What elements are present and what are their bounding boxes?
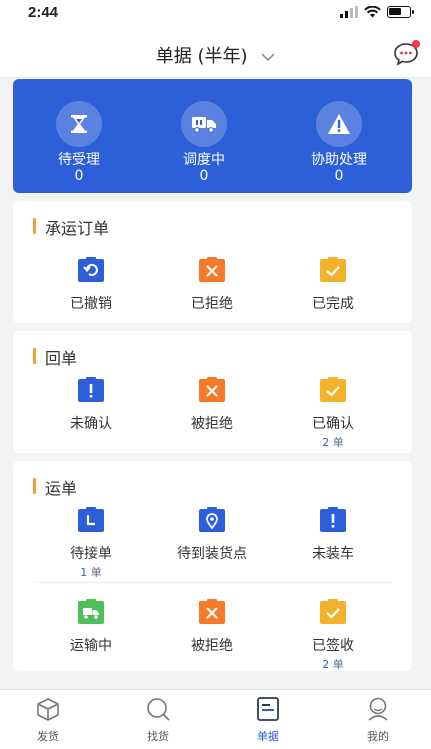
tab-label: 发货 <box>37 730 59 743</box>
header: 单据 (半年) <box>0 30 431 78</box>
message-button[interactable] <box>393 40 420 66</box>
reject-icon <box>199 257 225 282</box>
item-label: 待接单 <box>70 546 112 562</box>
reject-icon <box>199 599 225 624</box>
summary-card: 待受理 0 调度中 0 协助处理 0 <box>13 79 412 193</box>
item-count-unit: 单 <box>332 436 344 449</box>
check-icon <box>320 599 346 624</box>
receipt-rejected[interactable]: 被拒绝 <box>152 377 272 433</box>
item-label: 被拒绝 <box>191 638 233 654</box>
item-count-number: 2 <box>322 658 330 671</box>
waybill-awaiting-accept[interactable]: 待接单 1 单 <box>31 507 151 580</box>
waybill-in-transit[interactable]: 运输中 <box>31 599 151 655</box>
item-label: 被拒绝 <box>191 416 233 432</box>
truck-icon <box>181 101 227 147</box>
box-icon <box>37 698 59 721</box>
tab-find-cargo[interactable]: 找货 <box>118 696 198 744</box>
tab-label: 我的 <box>367 730 389 743</box>
item-count-number: 2 <box>322 436 330 449</box>
check-icon <box>320 257 346 282</box>
item-count: 1 单 <box>31 564 151 580</box>
receipt-unconfirmed[interactable]: 未确认 <box>31 377 151 433</box>
item-label: 已确认 <box>312 416 354 432</box>
waybill-not-loaded[interactable]: 未装车 <box>273 507 393 563</box>
item-label: 已拒绝 <box>191 296 233 312</box>
tab-label: 单据 <box>257 730 279 743</box>
section-title: 运单 <box>33 475 77 499</box>
waybill-rejected[interactable]: 被拒绝 <box>152 599 272 655</box>
user-icon <box>368 697 388 721</box>
summary-pending-count: 0 <box>74 168 84 184</box>
item-label: 未确认 <box>70 416 112 432</box>
section-title: 承运订单 <box>33 215 109 239</box>
item-label: 未装车 <box>312 546 354 562</box>
item-count-unit: 单 <box>332 658 344 671</box>
tab-ship[interactable]: 发货 <box>8 696 88 744</box>
tab-label: 找货 <box>147 730 169 743</box>
truck-icon <box>78 599 104 624</box>
summary-assist-count: 0 <box>334 168 344 184</box>
receipt-confirmed[interactable]: 已确认 2 单 <box>273 377 393 450</box>
hourglass-icon <box>56 101 102 147</box>
item-label: 已签收 <box>312 638 354 654</box>
section-title: 回单 <box>33 345 77 369</box>
item-count-number: 1 <box>80 566 88 579</box>
item-label: 运输中 <box>70 638 112 654</box>
exclamation-icon <box>320 507 346 532</box>
search-icon <box>147 698 170 721</box>
carrier-cancelled[interactable]: 已撤销 <box>31 257 151 313</box>
section-waybills: 运单 待接单 1 单 待到装货点 未装车 运输中 被拒绝 已签收 2 单 <box>13 461 412 671</box>
item-label: 已撤销 <box>70 296 112 312</box>
summary-assist-label: 协助处理 <box>311 152 367 168</box>
battery-icon <box>387 6 414 18</box>
summary-dispatching-label: 调度中 <box>183 152 225 168</box>
item-count: 2 单 <box>273 434 393 450</box>
tab-mine[interactable]: 我的 <box>338 696 418 744</box>
summary-dispatching-count: 0 <box>199 168 209 184</box>
section-carrier-orders: 承运订单 已撤销 已拒绝 已完成 <box>13 201 412 323</box>
waybill-to-loading-point[interactable]: 待到装货点 <box>152 507 272 563</box>
reject-icon <box>199 377 225 402</box>
status-icons <box>340 6 414 18</box>
item-count: 2 单 <box>273 656 393 672</box>
carrier-rejected[interactable]: 已拒绝 <box>152 257 272 313</box>
check-icon <box>320 377 346 402</box>
page-title: 单据 (半年) <box>155 46 248 67</box>
signal-icon <box>340 6 358 18</box>
clock-icon <box>78 507 104 532</box>
item-label: 已完成 <box>312 296 354 312</box>
chevron-down-icon <box>261 52 275 61</box>
wifi-icon <box>364 6 381 18</box>
carrier-completed[interactable]: 已完成 <box>273 257 393 313</box>
tab-documents[interactable]: 单据 <box>228 696 308 744</box>
section-receipts: 回单 未确认 被拒绝 已确认 2 单 <box>13 331 412 453</box>
divider <box>33 582 392 583</box>
summary-pending[interactable]: 待受理 0 <box>19 101 139 183</box>
undo-icon <box>78 257 104 282</box>
warning-icon <box>316 101 362 147</box>
item-label: 待到装货点 <box>177 546 247 562</box>
location-icon <box>199 507 225 532</box>
status-time: 2:44 <box>28 4 59 21</box>
bottom-tab-bar: 发货 找货 单据 我的 <box>0 689 431 749</box>
item-count-unit: 单 <box>90 566 102 579</box>
document-icon <box>257 697 279 721</box>
exclamation-icon <box>78 377 104 402</box>
summary-assist[interactable]: 协助处理 0 <box>279 101 399 183</box>
page-title-dropdown[interactable]: 单据 (半年) <box>0 42 431 68</box>
summary-dispatching[interactable]: 调度中 0 <box>144 101 264 183</box>
summary-pending-label: 待受理 <box>58 152 100 168</box>
notification-dot <box>412 40 420 48</box>
status-bar: 2:44 <box>0 0 431 30</box>
waybill-signed[interactable]: 已签收 2 单 <box>273 599 393 672</box>
